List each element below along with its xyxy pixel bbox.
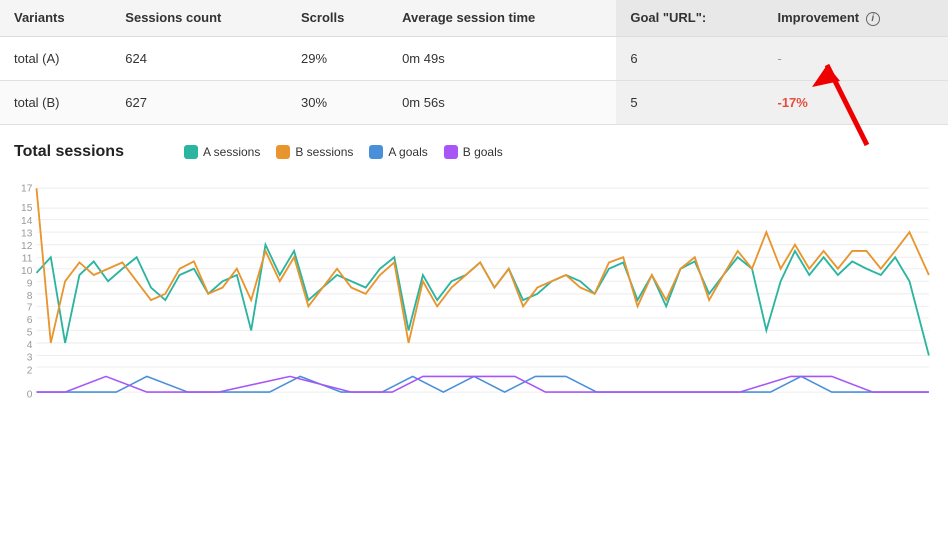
cell-goal-b: 5 xyxy=(616,80,763,124)
cell-scrolls-a: 29% xyxy=(287,36,388,80)
svg-text:9: 9 xyxy=(27,278,33,289)
chart-section: Total sessions A sessions B sessions A g… xyxy=(0,125,948,423)
legend-item-b-goals[interactable]: B goals xyxy=(444,145,503,159)
chart-title: Total sessions xyxy=(14,143,124,161)
improvement-dash-a: - xyxy=(777,51,781,66)
cell-variant-a: total (A) xyxy=(0,36,111,80)
legend-checkbox-a-goals[interactable] xyxy=(369,145,383,159)
svg-text:0: 0 xyxy=(27,389,33,400)
line-b-sessions xyxy=(36,188,928,343)
chart-legend: A sessions B sessions A goals B goals xyxy=(184,145,503,159)
chart-svg: 0 2 3 4 5 6 7 8 9 10 11 12 13 14 15 17 xyxy=(14,183,934,413)
svg-text:7: 7 xyxy=(27,302,33,313)
legend-label-b-goals: B goals xyxy=(463,145,503,159)
svg-text:10: 10 xyxy=(21,265,33,276)
svg-text:8: 8 xyxy=(27,291,33,302)
col-header-sessions: Sessions count xyxy=(111,0,287,36)
chart-container: 0 2 3 4 5 6 7 8 9 10 11 12 13 14 15 17 xyxy=(14,183,934,413)
cell-avg-session-a: 0m 49s xyxy=(388,36,616,80)
svg-text:5: 5 xyxy=(27,327,33,338)
table-row: total (B) 627 30% 0m 56s 5 -17% xyxy=(0,80,948,124)
svg-text:13: 13 xyxy=(21,228,33,239)
cell-improvement-b: -17% xyxy=(763,80,948,124)
col-header-variants: Variants xyxy=(0,0,111,36)
cell-variant-b: total (B) xyxy=(0,80,111,124)
legend-label-a-sessions: A sessions xyxy=(203,145,260,159)
improvement-value-b: -17% xyxy=(777,95,807,110)
legend-checkbox-b-goals[interactable] xyxy=(444,145,458,159)
cell-scrolls-b: 30% xyxy=(287,80,388,124)
svg-text:15: 15 xyxy=(21,203,33,214)
line-a-sessions xyxy=(36,244,928,355)
data-table: Variants Sessions count Scrolls Average … xyxy=(0,0,948,125)
legend-item-a-goals[interactable]: A goals xyxy=(369,145,427,159)
col-header-avg-session: Average session time xyxy=(388,0,616,36)
col-header-improvement: Improvement i xyxy=(763,0,948,36)
cell-sessions-a: 624 xyxy=(111,36,287,80)
col-header-scrolls: Scrolls xyxy=(287,0,388,36)
col-header-goal: Goal "URL": xyxy=(616,0,763,36)
legend-item-a-sessions[interactable]: A sessions xyxy=(184,145,260,159)
svg-text:6: 6 xyxy=(27,315,33,326)
svg-text:11: 11 xyxy=(22,253,33,264)
legend-checkbox-a-sessions[interactable] xyxy=(184,145,198,159)
svg-text:17: 17 xyxy=(21,183,33,194)
cell-goal-a: 6 xyxy=(616,36,763,80)
table-row: total (A) 624 29% 0m 49s 6 - xyxy=(0,36,948,80)
cell-avg-session-b: 0m 56s xyxy=(388,80,616,124)
legend-checkbox-b-sessions[interactable] xyxy=(276,145,290,159)
svg-text:2: 2 xyxy=(27,365,33,376)
cell-sessions-b: 627 xyxy=(111,80,287,124)
legend-label-b-sessions: B sessions xyxy=(295,145,353,159)
legend-label-a-goals: A goals xyxy=(388,145,427,159)
svg-text:4: 4 xyxy=(27,340,33,351)
svg-text:14: 14 xyxy=(21,215,33,226)
line-a-goals xyxy=(36,376,928,392)
legend-item-b-sessions[interactable]: B sessions xyxy=(276,145,353,159)
cell-improvement-a: - xyxy=(763,36,948,80)
improvement-info-icon[interactable]: i xyxy=(866,12,880,26)
svg-text:3: 3 xyxy=(27,352,33,363)
svg-text:12: 12 xyxy=(21,240,33,251)
